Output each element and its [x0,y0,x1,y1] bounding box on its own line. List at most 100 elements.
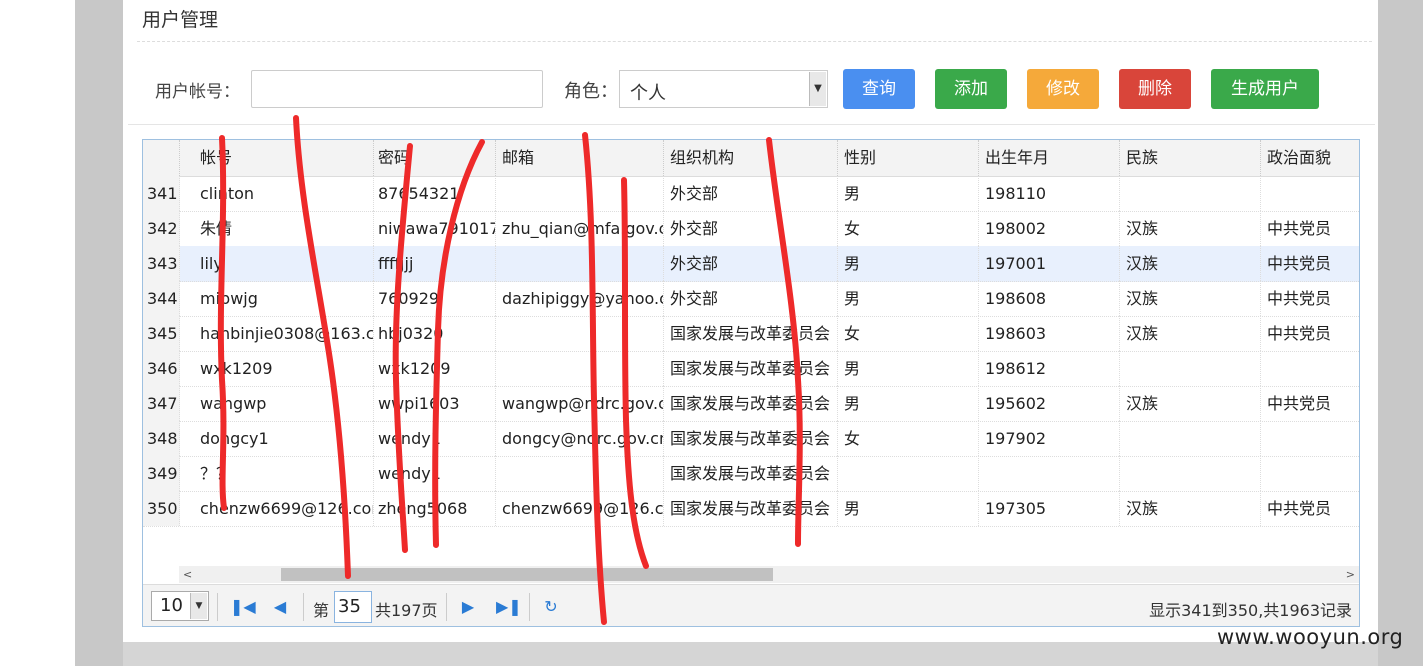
header-account[interactable]: 帐号 [194,140,374,176]
table-row[interactable]: 345 hanbinjie0308@163.comhbj0320 国家发展与改革委员… [143,316,1359,352]
cell-gender: 男 [838,386,979,421]
delete-button[interactable]: 删除 [1119,69,1191,109]
account-input[interactable] [251,70,543,108]
row-number: 344 [143,281,180,316]
cell-org: 国家发展与改革委员会 [664,316,838,351]
cell-password: wendy1 [372,421,496,456]
title-divider [137,41,1372,42]
pager-separator [303,593,304,621]
cell-birth: 198110 [979,176,1120,211]
cell-password: niwawa791017 [372,211,496,246]
table-row[interactable]: 348 dongcy1 wendy1 dongcy@ndrc.gov.cn 国家发展与改… [143,421,1359,457]
cell-org: 国家发展与改革委员会 [664,491,838,526]
horizontal-scrollbar[interactable]: < > [179,566,1359,583]
refresh-icon[interactable]: ↻ [541,595,561,619]
cell-org: 国家发展与改革委员会 [664,456,838,491]
header-row-number [143,140,180,176]
table-row[interactable]: 343 lily ffffjjj 外交部男 197001 汉族 中共党员 [143,246,1359,282]
cell-password: wendy1 [372,456,496,491]
cell-account: wxk1209 [194,351,374,386]
row-number: 342 [143,211,180,246]
cell-birth: 197305 [979,491,1120,526]
previous-page-icon[interactable]: ◀ [270,595,290,619]
scrollbar-thumb[interactable] [281,568,773,581]
role-select[interactable]: 个人 ▼ [619,70,828,108]
table-row[interactable]: 341 clinton 87654321 外交部男 198110 [143,176,1359,212]
cell-ethnicity [1120,351,1261,386]
cell-birth: 198612 [979,351,1120,386]
cell-email [496,176,664,211]
header-email[interactable]: 邮箱 [496,140,664,176]
cell-ethnicity: 汉族 [1120,246,1261,281]
grid-header: 帐号 密码 邮箱 组织机构 性别 出生年月 民族 政治面貌 [143,140,1359,177]
cell-political: 中共党员 [1261,316,1359,351]
table-row[interactable]: 342 朱倩 niwawa791017 zhu_qian@mfa.gov.cn 外交部女… [143,211,1359,247]
cell-ethnicity: 汉族 [1120,281,1261,316]
header-gender[interactable]: 性别 [838,140,979,176]
cell-gender [838,456,979,491]
row-number: 348 [143,421,180,456]
scroll-right-icon[interactable]: > [1346,566,1355,583]
cell-email: dazhipiggy@yahoo.com [496,281,664,316]
cell-password: 87654321 [372,176,496,211]
header-birth[interactable]: 出生年月 [979,140,1120,176]
next-page-icon[interactable]: ▶ [458,595,478,619]
cell-gender: 男 [838,351,979,386]
cell-account: chenzw6699@126.com [194,491,374,526]
header-password[interactable]: 密码 [372,140,496,176]
cell-gender: 男 [838,246,979,281]
cell-org: 外交部 [664,246,838,281]
edit-button[interactable]: 修改 [1027,69,1099,109]
page-size-select[interactable]: 10 ▼ [151,591,209,621]
header-ethnicity[interactable]: 民族 [1120,140,1261,176]
page-number-input[interactable]: 35 [334,591,372,623]
pagination-bar: 10 ▼ ❚◀ ◀ 第 35 共197页 ▶ ▶❚ ↻ 显示341到350,共1… [143,584,1359,626]
page-size-value: 10 [160,595,183,616]
table-row[interactable]: 350 chenzw6699@126.com zheng5068 chenzw6699… [143,491,1359,527]
cell-email: zhu_qian@mfa.gov.cn [496,211,664,246]
cell-political: 中共党员 [1261,246,1359,281]
header-political[interactable]: 政治面貌 [1261,140,1359,176]
user-grid: 帐号 密码 邮箱 组织机构 性别 出生年月 民族 政治面貌 341 clinton… [142,139,1360,627]
row-number: 343 [143,246,180,281]
cell-birth: 197902 [979,421,1120,456]
cell-ethnicity: 汉族 [1120,316,1261,351]
generate-users-button[interactable]: 生成用户 [1211,69,1319,109]
left-gutter [75,0,123,666]
table-row[interactable]: 346 wxk1209 wxk1209 国家发展与改革委员会男 198612 [143,351,1359,387]
cell-password: wxk1209 [372,351,496,386]
role-select-value: 个人 [630,83,666,104]
first-page-icon[interactable]: ❚◀ [230,595,256,619]
cell-email: dongcy@ndrc.gov.cn [496,421,664,456]
row-number: 346 [143,351,180,386]
query-button[interactable]: 查询 [843,69,915,109]
row-number: 350 [143,491,180,526]
cell-email [496,351,664,386]
cell-birth: 198608 [979,281,1120,316]
last-page-icon[interactable]: ▶❚ [496,595,522,619]
cell-org: 国家发展与改革委员会 [664,386,838,421]
cell-account: hanbinjie0308@163.com [194,316,374,351]
cell-gender: 女 [838,211,979,246]
cell-account: ？？ [194,456,374,491]
chevron-down-icon[interactable]: ▼ [809,72,826,106]
cell-password: hbj0320 [372,316,496,351]
cell-email: wangwp@ndrc.gov.cn [496,386,664,421]
add-button[interactable]: 添加 [935,69,1007,109]
cell-account: clinton [194,176,374,211]
table-row[interactable]: 344 mibwjg760929dazhipiggy@yahoo.com外交部男1… [143,281,1359,317]
scroll-left-icon[interactable]: < [183,566,192,583]
header-org[interactable]: 组织机构 [664,140,838,176]
page-total: 共197页 [375,601,438,620]
cell-ethnicity: 汉族 [1120,491,1261,526]
chevron-down-icon[interactable]: ▼ [190,593,207,619]
cell-email: chenzw6699@126.com [496,491,664,526]
cell-ethnicity [1120,456,1261,491]
cell-ethnicity [1120,421,1261,456]
cell-org: 国家发展与改革委员会 [664,351,838,386]
cell-birth: 197001 [979,246,1120,281]
cell-political: 中共党员 [1261,211,1359,246]
table-row[interactable]: 349 ？？ wendy1 国家发展与改革委员会 [143,456,1359,492]
table-row[interactable]: 347 wangwp wwpi1603 wangwp@ndrc.gov.cn 国家发展与… [143,386,1359,422]
cell-gender: 女 [838,421,979,456]
